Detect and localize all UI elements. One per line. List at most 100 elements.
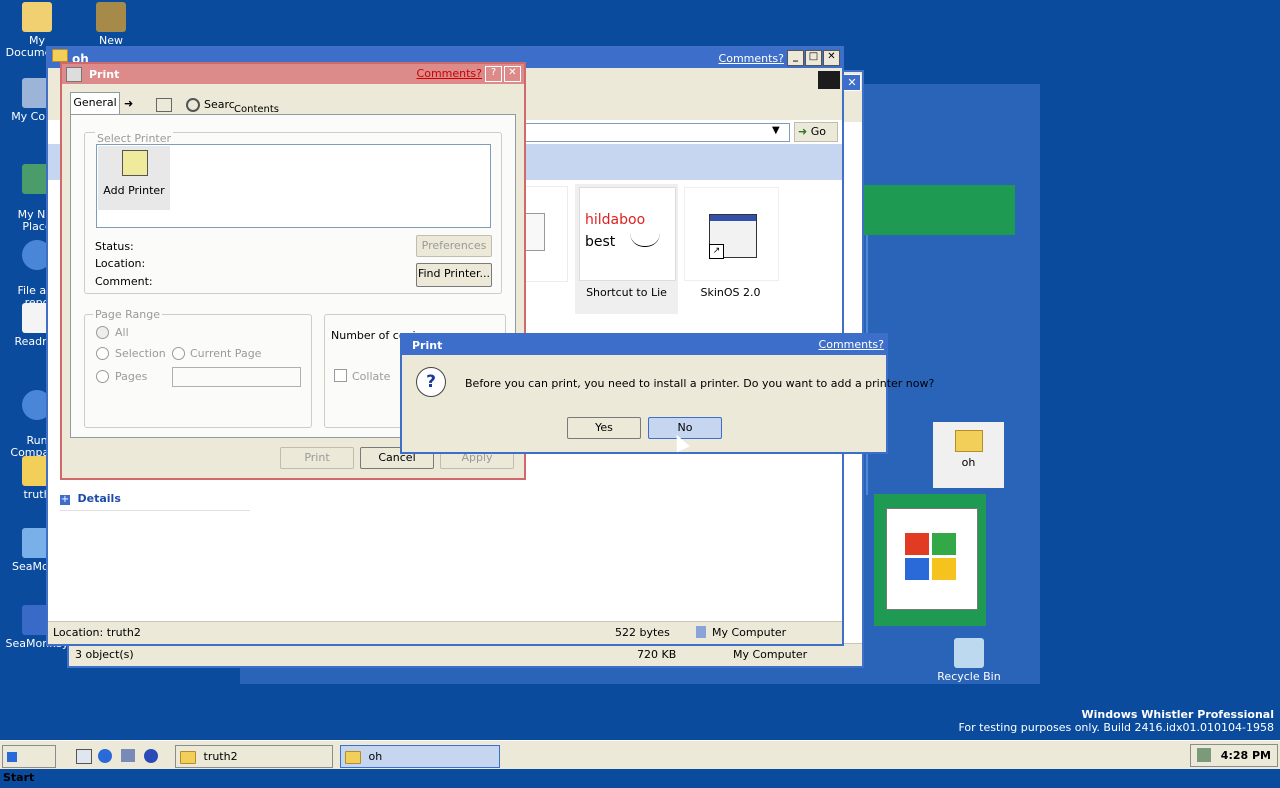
minimize-button[interactable]: _ xyxy=(787,50,804,66)
radio-all[interactable] xyxy=(96,326,109,339)
windows-logo-tile xyxy=(874,494,986,626)
expand-icon: + xyxy=(60,494,70,505)
go-button[interactable]: ➜ Go xyxy=(794,122,838,142)
collate-checkbox[interactable] xyxy=(334,369,347,382)
go-label: Go xyxy=(810,125,826,138)
start-button[interactable]: Start xyxy=(2,745,56,784)
thumb-text-black: best xyxy=(585,234,616,250)
folder-icon xyxy=(954,430,983,452)
status-zone: My Computer xyxy=(712,626,787,639)
radio-pages[interactable] xyxy=(96,370,109,383)
message-text: Before you can print, you need to instal… xyxy=(465,377,935,390)
close-button[interactable]: ✕ xyxy=(504,66,521,82)
quick-launch-network-icon[interactable] xyxy=(121,749,135,762)
location-label: Location: xyxy=(95,257,146,270)
network-tray-icon[interactable] xyxy=(1197,748,1211,762)
details-label: Details xyxy=(77,492,121,505)
search-label[interactable]: Searc xyxy=(204,98,235,111)
build-watermark: Windows Whistler Professional For testin… xyxy=(958,708,1274,734)
music-file-icon xyxy=(523,213,545,251)
status-size: 720 KB xyxy=(637,648,677,661)
radio-current-page[interactable] xyxy=(172,347,185,360)
icon-label: oh xyxy=(961,456,976,469)
comments-link[interactable]: Comments? xyxy=(417,67,482,80)
green-decoration xyxy=(860,185,1015,235)
printer-list[interactable]: Add Printer xyxy=(96,144,491,228)
briefcase-icon xyxy=(96,2,126,32)
smile-drawing xyxy=(630,230,660,247)
quick-launch-media-icon[interactable] xyxy=(144,749,158,763)
group-label: Page Range xyxy=(93,308,162,321)
message-box-title: Print xyxy=(412,339,443,352)
desktop-icon-oh[interactable]: oh xyxy=(933,422,1004,488)
status-zone-icon xyxy=(696,626,706,638)
up-folder-icon[interactable] xyxy=(156,98,172,112)
status-objects: 3 object(s) xyxy=(75,648,134,661)
shortcut-arrow-icon: ↗ xyxy=(709,244,724,259)
comments-link[interactable]: Comments? xyxy=(819,338,884,351)
status-bar: Location: truth2 522 bytes My Computer xyxy=(48,621,842,644)
add-printer-label: Add Printer xyxy=(103,184,165,197)
help-button[interactable]: ? xyxy=(485,66,502,82)
print-button[interactable]: Print xyxy=(280,447,354,469)
icon-label: Recycle Bin xyxy=(937,670,1001,683)
quick-launch-ie-icon[interactable] xyxy=(98,749,112,763)
windows-flag-icon xyxy=(905,533,957,581)
all-label: All xyxy=(115,326,129,339)
chevron-down-icon[interactable]: ▼ xyxy=(772,125,780,136)
status-label: Status: xyxy=(95,240,134,253)
add-printer-item[interactable]: Add Printer xyxy=(98,146,170,210)
pages-input[interactable] xyxy=(172,367,301,387)
windows-flag-icon xyxy=(7,752,17,762)
thumb-text-red: hildaboo xyxy=(585,212,646,228)
file-label: SkinOS 2.0 xyxy=(700,286,761,299)
task-button-oh[interactable]: oh xyxy=(340,745,500,768)
watermark-line1: Windows Whistler Professional xyxy=(1081,708,1274,721)
task-label: oh xyxy=(368,750,383,763)
file-item-shortcut-to-lie[interactable]: hildaboo best Shortcut to Lie xyxy=(575,184,678,314)
quick-launch-show-desktop-icon[interactable] xyxy=(76,749,92,764)
find-printer-button[interactable]: Find Printer... xyxy=(416,263,492,287)
add-printer-icon xyxy=(122,150,148,176)
details-section[interactable]: + Details xyxy=(60,492,250,511)
documents-icon xyxy=(22,2,52,32)
watermark-line2: For testing purposes only. Build 2416.id… xyxy=(958,721,1274,734)
clock: 4:28 PM xyxy=(1220,749,1271,762)
folder-icon xyxy=(345,750,361,764)
tab-general[interactable]: General xyxy=(70,92,120,115)
close-button[interactable]: ✕ xyxy=(823,50,840,66)
printer-icon xyxy=(66,67,82,82)
desktop-icon-recycle-bin[interactable]: Recycle Bin xyxy=(932,638,1006,683)
print-dialog-titlebar[interactable]: Print Comments? ? ✕ xyxy=(62,64,524,84)
close-icon[interactable]: ✕ xyxy=(843,74,861,91)
address-input[interactable] xyxy=(518,123,790,142)
pages-label: Pages xyxy=(115,370,148,383)
status-bar: 3 object(s) 720 KB My Computer xyxy=(69,643,862,666)
radio-selection[interactable] xyxy=(96,347,109,360)
maximize-button[interactable]: □ xyxy=(805,50,822,66)
collate-label: Collate xyxy=(352,370,391,383)
message-box[interactable]: Print Comments? ? Before you can print, … xyxy=(400,333,934,454)
system-tray: 4:28 PM xyxy=(1190,744,1278,767)
yes-button[interactable]: Yes xyxy=(567,417,641,439)
recycle-bin-icon xyxy=(954,638,984,668)
task-button-truth2[interactable]: truth2 xyxy=(175,745,333,768)
search-icon[interactable] xyxy=(186,98,200,112)
question-icon: ? xyxy=(416,367,446,397)
back-arrow-icon[interactable]: ➜ xyxy=(124,97,133,110)
task-label: truth2 xyxy=(203,750,238,763)
taskbar: Start truth2 oh 4:28 PM xyxy=(0,740,1280,784)
windows-logo-small xyxy=(818,71,840,89)
file-thumbnail: hildaboo best xyxy=(579,187,676,281)
file-thumbnail: ↗ xyxy=(684,187,779,281)
folder-icon xyxy=(52,48,68,62)
folder-icon xyxy=(180,750,196,764)
comment-label: Comment: xyxy=(95,275,153,288)
preferences-button[interactable]: Preferences xyxy=(416,235,492,257)
status-location: Location: truth2 xyxy=(53,626,141,639)
selection-label: Selection xyxy=(115,347,166,360)
comments-link[interactable]: Comments? xyxy=(719,52,784,65)
file-item-skinos[interactable]: ↗ SkinOS 2.0 xyxy=(682,184,779,314)
status-zone: My Computer xyxy=(733,648,808,661)
message-box-titlebar[interactable]: Print Comments? xyxy=(402,335,886,355)
